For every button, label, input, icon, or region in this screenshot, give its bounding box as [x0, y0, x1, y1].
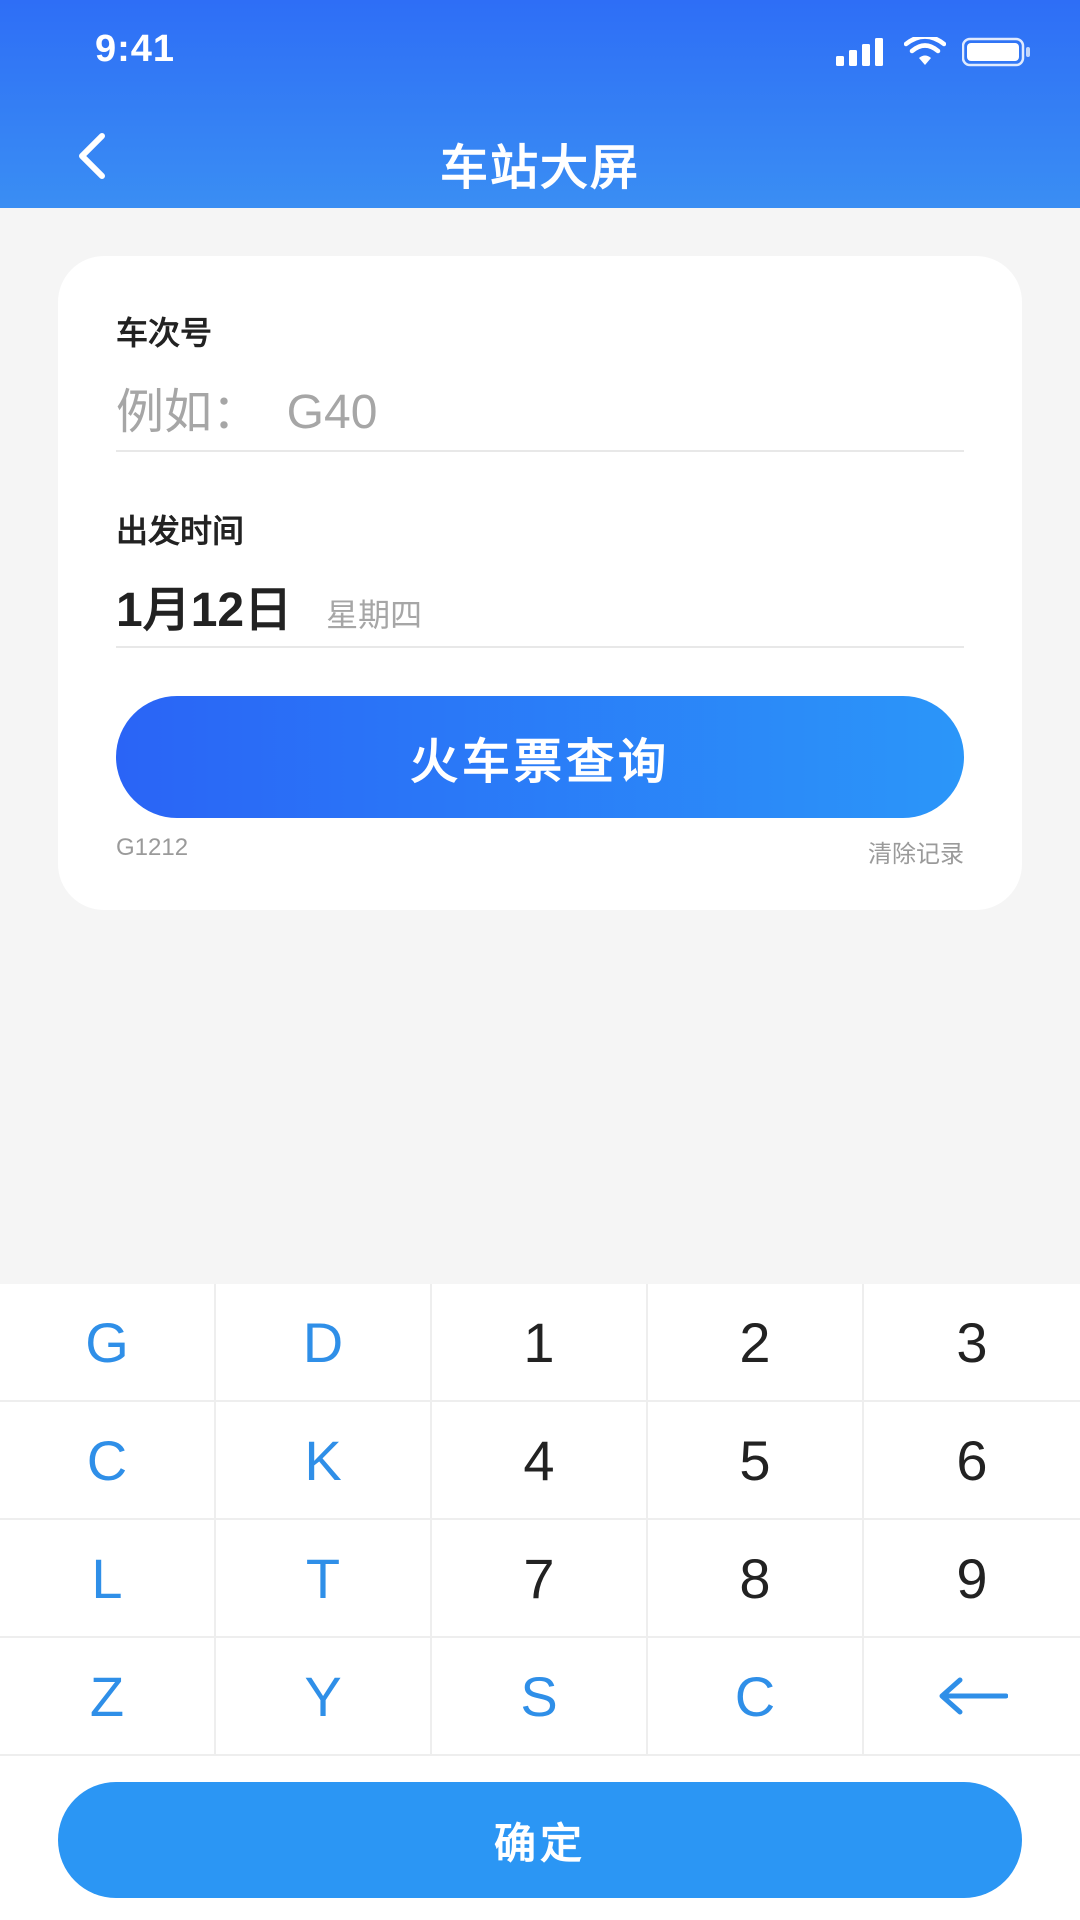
battery-icon: [961, 37, 1032, 72]
key-c[interactable]: C: [0, 1402, 216, 1520]
divider: [116, 450, 964, 452]
signal-icon: [836, 37, 888, 71]
page-title: 车站大屏: [439, 142, 640, 195]
ticket-query-button[interactable]: 火车票查询: [116, 696, 964, 818]
confirm-button[interactable]: 确定: [58, 1782, 1022, 1898]
key-d[interactable]: D: [216, 1284, 432, 1402]
key-7[interactable]: 7: [432, 1520, 648, 1638]
search-card: 车次号 出发时间 1月12日 星期四 火车票查询 G1212 清除记录: [58, 256, 1022, 910]
key-4[interactable]: 4: [432, 1402, 648, 1520]
key-6[interactable]: 6: [864, 1402, 1080, 1520]
divider: [116, 646, 964, 648]
key-l[interactable]: L: [0, 1520, 216, 1638]
status-icons: [836, 33, 1032, 72]
backspace-key[interactable]: [864, 1638, 1080, 1756]
key-k[interactable]: K: [216, 1402, 432, 1520]
backspace-arrow-icon: [936, 1664, 1009, 1729]
key-3[interactable]: 3: [864, 1284, 1080, 1402]
train-number-keyboard: GD123CK456LT789ZYSC 确定: [0, 1284, 1080, 1920]
train-number-label: 车次号: [116, 315, 213, 351]
key-5[interactable]: 5: [648, 1402, 864, 1520]
status-time: 9:41: [95, 28, 176, 70]
key-1[interactable]: 1: [432, 1284, 648, 1402]
status-bar: 9:41: [0, 0, 1080, 108]
key-2[interactable]: 2: [648, 1284, 864, 1402]
key-8[interactable]: 8: [648, 1520, 864, 1638]
key-s[interactable]: S: [432, 1638, 648, 1756]
key-y[interactable]: Y: [216, 1638, 432, 1756]
app-header: 9:41 车站大屏: [0, 0, 1080, 208]
wifi-icon: [903, 33, 947, 72]
history-item[interactable]: G1212: [116, 834, 188, 862]
key-g[interactable]: G: [0, 1284, 216, 1402]
departure-date: 1月12日: [116, 584, 293, 637]
key-c[interactable]: C: [648, 1638, 864, 1756]
departure-weekday: 星期四: [326, 597, 423, 633]
key-t[interactable]: T: [216, 1520, 432, 1638]
departure-label: 出发时间: [116, 513, 245, 549]
key-z[interactable]: Z: [0, 1638, 216, 1756]
clear-history-button[interactable]: 清除记录: [868, 834, 964, 869]
key-9[interactable]: 9: [864, 1520, 1080, 1638]
key-grid: GD123CK456LT789ZYSC: [0, 1284, 1080, 1756]
nav-bar: 车站大屏: [0, 108, 1080, 208]
departure-date-picker[interactable]: 1月12日 星期四: [116, 570, 422, 650]
train-number-input[interactable]: [116, 372, 964, 452]
